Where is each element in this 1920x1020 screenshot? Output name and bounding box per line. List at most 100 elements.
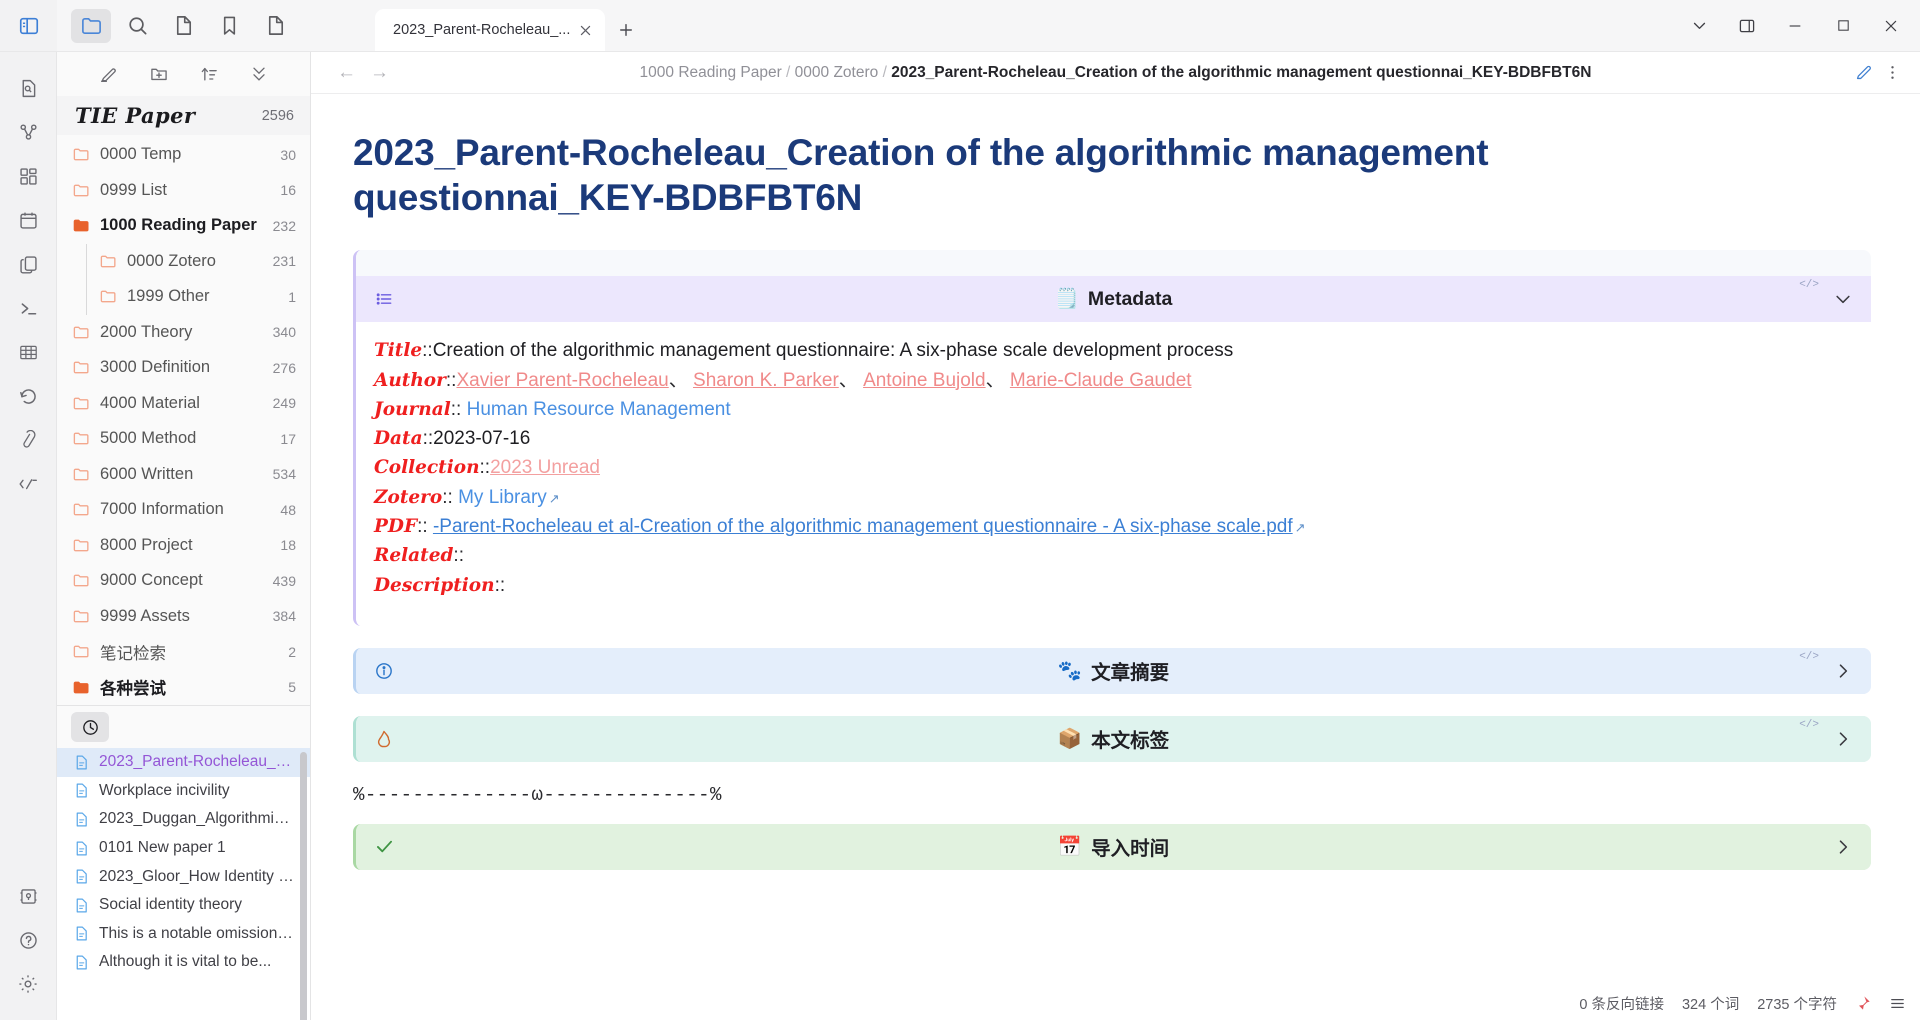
folder-icon [99,252,118,271]
split-pane-icon[interactable] [1724,6,1770,46]
tree-item-count: 5 [288,679,296,696]
edit-pencil-icon[interactable] [1854,63,1873,82]
recent-item-4[interactable]: 2023_Gloor_How Identity Imp... [57,862,310,891]
tree-item-11[interactable]: 8000 Project 18 [57,528,310,564]
sort-icon[interactable] [199,64,219,84]
tree-item-13[interactable]: 9999 Assets 384 [57,599,310,635]
tree-item-7[interactable]: 4000 Material 249 [57,386,310,422]
more-vertical-icon[interactable] [1883,63,1902,82]
backlinks-count[interactable]: 0 条反向链接 [1579,993,1664,1014]
tab-active[interactable]: 2023_Parent-Rocheleau_... [375,9,606,51]
vault-icon[interactable] [8,874,48,918]
calendar-icon[interactable] [8,198,48,242]
metadata-value[interactable]: 2023 Unread [490,457,600,478]
help-icon[interactable] [8,918,48,962]
close-window-button[interactable] [1868,6,1914,46]
template-icon[interactable] [8,462,48,506]
breadcrumb-actions [1854,63,1920,82]
recent-item-7[interactable]: Although it is vital to be... [57,948,310,977]
metadata-value[interactable]: My Library [458,487,547,508]
folder-icon [72,394,91,413]
tree-item-5[interactable]: 2000 Theory 340 [57,315,310,351]
breadcrumb-part-1[interactable]: 0000 Zotero [795,64,879,81]
copy-icon[interactable] [8,242,48,286]
recent-item-label: Although it is vital to be... [99,953,272,971]
metadata-value[interactable]: Human Resource Management [467,399,731,420]
breadcrumb-part-0[interactable]: 1000 Reading Paper [640,64,782,81]
file-copy-icon[interactable] [255,9,295,43]
bookmark-icon[interactable] [209,9,249,43]
metadata-value[interactable]: -Parent-Rocheleau et al-Creation of the … [433,516,1293,537]
tree-item-9[interactable]: 6000 Written 534 [57,457,310,493]
tree-item-label: 5000 Method [100,429,197,448]
canvas-icon[interactable] [8,154,48,198]
file-icon[interactable] [163,9,203,43]
sidebar-toggle-button[interactable] [0,0,57,51]
metadata-key: Collection [374,457,480,479]
tree-item-14[interactable]: 笔记检索 2 [57,634,310,670]
list-menu-icon[interactable] [1889,995,1906,1012]
check-icon [374,836,395,857]
new-tab-button[interactable] [605,9,647,51]
author-link-3[interactable]: Marie-Claude Gaudet [1010,370,1192,391]
settings-icon[interactable] [8,962,48,1006]
new-note-icon[interactable] [99,64,119,84]
author-link-2[interactable]: Antoine Bujold [863,370,986,391]
collapse-all-icon[interactable] [249,64,269,84]
chevron-right-icon[interactable] [1833,661,1853,681]
tree-item-2[interactable]: 1000 Reading Paper 232 [57,208,310,244]
folder-icon[interactable] [71,8,111,43]
chevron-down-icon[interactable] [1833,289,1853,309]
callout-abstract-header[interactable]: </> 🐾 文章摘要 [356,647,1871,694]
recent-scrollbar[interactable] [300,752,307,1020]
chevron-right-icon[interactable] [1833,729,1853,749]
tree-item-6[interactable]: 3000 Definition 276 [57,350,310,386]
tree-item-0[interactable]: 0000 Temp 30 [57,137,310,173]
recent-item-6[interactable]: This is a notable omission bec... [57,920,310,949]
callout-code-badge[interactable]: </> [1799,651,1819,663]
new-folder-icon[interactable] [149,64,169,84]
callout-time-header[interactable]: 📅 导入时间 [356,823,1871,870]
history-icon[interactable] [8,374,48,418]
recent-item-3[interactable]: 0101 New paper 1 [57,834,310,863]
tree-item-1[interactable]: 0999 List 16 [57,173,310,209]
search-icon[interactable] [117,9,157,43]
tree-item-4[interactable]: 1999 Other 1 [57,279,310,315]
tree-item-label: 各种尝试 [100,680,166,699]
arrow-left-icon[interactable]: ← [337,63,356,82]
attachment-icon[interactable] [8,418,48,462]
tree-item-3[interactable]: 0000 Zotero 231 [57,243,310,280]
tree-item-12[interactable]: 9000 Concept 439 [57,563,310,599]
clock-icon[interactable] [71,712,109,742]
chevron-down-icon[interactable] [1676,6,1722,46]
recent-item-0[interactable]: 2023_Parent-Rocheleau_Creati... [57,748,310,777]
callout-code-badge[interactable]: </> [1799,719,1819,731]
recent-item-1[interactable]: Workplace incivility [57,777,310,806]
pin-icon[interactable] [1855,995,1871,1011]
table-icon[interactable] [8,330,48,374]
arrow-right-icon[interactable]: → [370,63,389,82]
maximize-button[interactable] [1820,6,1866,46]
author-link-1[interactable]: Sharon K. Parker [693,370,839,391]
folder-open-icon [72,678,91,697]
tree-item-10[interactable]: 7000 Information 48 [57,492,310,528]
file-search-icon[interactable] [8,66,48,110]
callout-title-text: 导入时间 [1091,838,1170,861]
minimize-button[interactable] [1772,6,1818,46]
callout-metadata-header[interactable]: </> 🗒️ Metadata [356,276,1871,323]
callout-code-badge[interactable]: </> [1799,279,1819,291]
metadata-separator: :: [422,428,434,450]
close-icon[interactable] [578,23,593,38]
metadata-row-author: Author::Xavier Parent-Rocheleau、 Sharon … [374,366,1853,395]
recent-item-2[interactable]: 2023_Duggan_Algorithmic sp... [57,805,310,834]
graph-icon[interactable] [8,110,48,154]
tree-item-8[interactable]: 5000 Method 17 [57,421,310,457]
author-link-0[interactable]: Xavier Parent-Rocheleau [456,370,668,391]
chevron-right-icon[interactable] [1833,837,1853,857]
vault-header[interactable]: TIE Paper 2596 [57,96,310,135]
terminal-icon[interactable] [8,286,48,330]
metadata-row-collection: Collection::2023 Unread [374,453,1853,482]
recent-item-5[interactable]: Social identity theory [57,891,310,920]
callout-tags-header[interactable]: </> 📦 本文标签 [356,715,1871,762]
tree-item-15[interactable]: 各种尝试 5 [57,670,310,706]
